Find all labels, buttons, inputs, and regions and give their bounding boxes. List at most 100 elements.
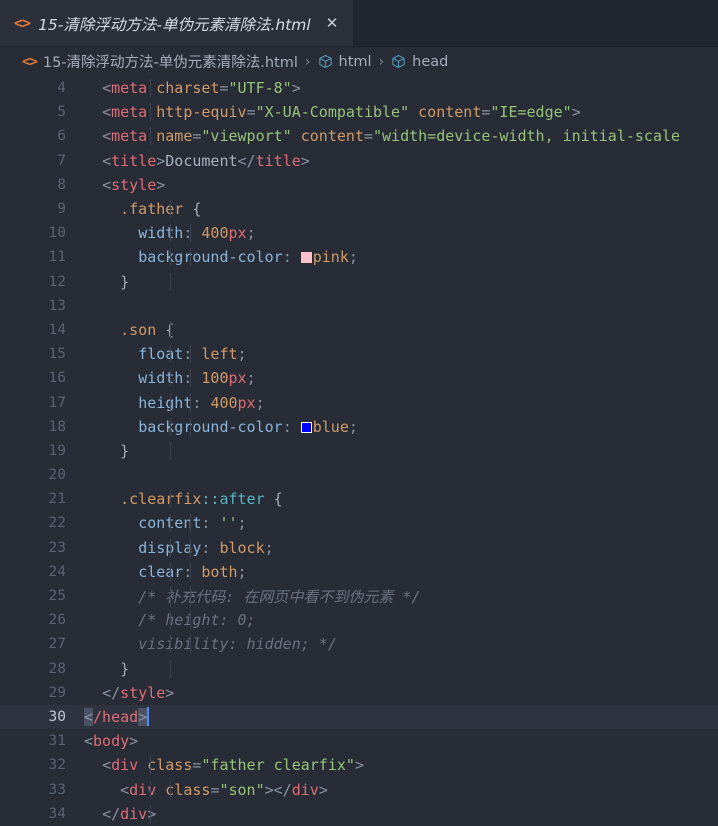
line-number: 18 [48, 418, 66, 435]
code-content[interactable]: <style> [66, 176, 718, 194]
code-line[interactable]: 17 height: 400px; [0, 390, 718, 414]
code-content[interactable]: float: left; [66, 345, 718, 364]
code-line[interactable]: 32 <div class="father clearfix"> [0, 753, 718, 777]
code-content[interactable]: <div class="father clearfix"> [66, 756, 718, 775]
code-line[interactable]: 25 /* 补充代码: 在网页中看不到伪元素 */ [0, 584, 718, 608]
code-line[interactable]: 11 background-color: pink; [0, 245, 718, 269]
code-line[interactable]: 26 /* height: 0; [0, 608, 718, 632]
code-line[interactable]: 33 <div class="son"></div> [0, 777, 718, 801]
code-content[interactable]: visibility: hidden; */ [66, 635, 718, 654]
code-line[interactable]: 9 .father { [0, 197, 718, 221]
code-line[interactable]: 24 clear: both; [0, 560, 718, 584]
code-content[interactable]: .son { [66, 320, 718, 339]
breadcrumb-item-head[interactable]: head [391, 54, 448, 70]
editor-tab-label: 15-清除浮动方法-单伪元素清除法.html [38, 15, 311, 34]
code-content[interactable]: /* height: 0; [66, 611, 718, 630]
code-line[interactable]: 15 float: left; [0, 342, 718, 366]
code-content[interactable]: <div class="son"></div> [66, 780, 718, 799]
code-content[interactable]: display: block; [66, 538, 718, 557]
breadcrumb-separator: › [378, 53, 385, 70]
code-line[interactable]: 23 display: block; [0, 536, 718, 560]
code-line[interactable]: 16 width: 100px; [0, 366, 718, 390]
code-content[interactable]: width: 400px; [66, 224, 718, 243]
code-comment: /* height: 0; [138, 611, 256, 630]
breadcrumb-item-file[interactable]: <> 15-清除浮动方法-单伪元素清除法.html [22, 51, 298, 72]
line-number: 22 [48, 515, 66, 532]
code-line[interactable]: 20 [0, 463, 718, 487]
code-line[interactable]: 34 </div> [0, 802, 718, 826]
code-line[interactable]: 12 } [0, 270, 718, 294]
code-line[interactable]: 14 .son { [0, 318, 718, 342]
line-number: 24 [48, 563, 66, 580]
line-number: 9 [57, 201, 66, 218]
code-content[interactable]: .father { [66, 200, 718, 219]
line-number: 20 [48, 467, 66, 484]
line-number: 32 [48, 757, 66, 774]
html-file-icon: <> [22, 53, 38, 70]
breadcrumb-item-html[interactable]: html [318, 54, 372, 70]
code-line[interactable]: 29 </style> [0, 681, 718, 705]
editor-tab-bar: <> 15-清除浮动方法-单伪元素清除法.html ✕ [0, 0, 718, 47]
code-content[interactable]: </div> [66, 804, 718, 823]
breadcrumb: <> 15-清除浮动方法-单伪元素清除法.html › html › head [0, 47, 718, 76]
line-number: 12 [48, 273, 66, 290]
code-line[interactable]: 7 <title>Document</title> [0, 149, 718, 173]
breadcrumb-head-label: head [412, 53, 449, 70]
code-line[interactable]: 28 } [0, 657, 718, 681]
code-line[interactable]: 31 <body> [0, 729, 718, 753]
line-number: 29 [48, 684, 66, 701]
code-line[interactable]: 21 .clearfix::after { [0, 487, 718, 511]
code-line[interactable]: 5 <meta http-equiv="X-UA-Compatible" con… [0, 100, 718, 124]
code-editor[interactable]: 4 <meta charset="UTF-8"> 5 <meta http-eq… [0, 76, 718, 826]
code-content[interactable]: } [66, 659, 718, 678]
code-line[interactable]: 18 background-color: blue; [0, 415, 718, 439]
code-content[interactable]: } [66, 272, 718, 291]
line-number: 16 [48, 370, 66, 387]
code-content[interactable]: } [66, 441, 718, 460]
line-number: 13 [48, 297, 66, 314]
code-comment: visibility: hidden; */ [138, 635, 337, 654]
code-content[interactable]: background-color: pink; [66, 248, 718, 267]
line-number: 33 [48, 781, 66, 798]
code-content[interactable]: height: 400px; [66, 393, 718, 412]
code-content[interactable]: .clearfix::after { [66, 490, 718, 509]
color-swatch-pink[interactable] [300, 252, 312, 264]
color-swatch-blue[interactable] [300, 421, 312, 433]
code-content[interactable]: <body> [66, 732, 718, 750]
symbol-cube-icon [391, 54, 406, 69]
code-content[interactable]: clear: both; [66, 562, 718, 581]
code-comment: /* 补充代码: 在网页中看不到伪元素 */ [138, 587, 421, 606]
code-content[interactable]: <title>Document</title> [66, 152, 718, 170]
code-content[interactable]: <meta http-equiv="X-UA-Compatible" conte… [66, 103, 718, 122]
line-number: 10 [48, 225, 66, 242]
code-line[interactable]: 4 <meta charset="UTF-8"> [0, 76, 718, 100]
line-number: 25 [48, 588, 66, 605]
code-content[interactable]: width: 100px; [66, 369, 718, 388]
code-line[interactable]: 19 } [0, 439, 718, 463]
line-number: 21 [48, 491, 66, 508]
code-line[interactable]: 6 <meta name="viewport" content="width=d… [0, 124, 718, 148]
code-line-active[interactable]: 30 </head> [0, 704, 718, 730]
code-line[interactable]: 8 <style> [0, 173, 718, 197]
line-number: 31 [48, 733, 66, 750]
line-number: 34 [48, 805, 66, 822]
line-number: 19 [48, 442, 66, 459]
code-content[interactable]: background-color: blue; [66, 417, 718, 436]
line-number: 30 [48, 708, 66, 725]
code-content[interactable]: content: ''; [66, 514, 718, 533]
code-content[interactable]: </style> [66, 684, 718, 702]
breadcrumb-separator: › [304, 53, 311, 70]
code-line[interactable]: 27 visibility: hidden; */ [0, 632, 718, 656]
line-number: 5 [57, 104, 66, 121]
code-content[interactable]: <meta name="viewport" content="width=dev… [66, 127, 718, 146]
code-content[interactable]: <meta charset="UTF-8"> [66, 79, 718, 98]
code-line[interactable]: 10 width: 400px; [0, 221, 718, 245]
close-icon[interactable]: ✕ [323, 14, 342, 33]
code-content[interactable]: /* 补充代码: 在网页中看不到伪元素 */ [66, 585, 718, 607]
line-number: 11 [48, 249, 66, 266]
code-line[interactable]: 22 content: ''; [0, 511, 718, 535]
editor-tab-active[interactable]: <> 15-清除浮动方法-单伪元素清除法.html ✕ [0, 0, 354, 47]
code-content[interactable]: </head> [66, 707, 718, 727]
html-file-icon: <> [14, 14, 31, 32]
code-line[interactable]: 13 [0, 294, 718, 318]
